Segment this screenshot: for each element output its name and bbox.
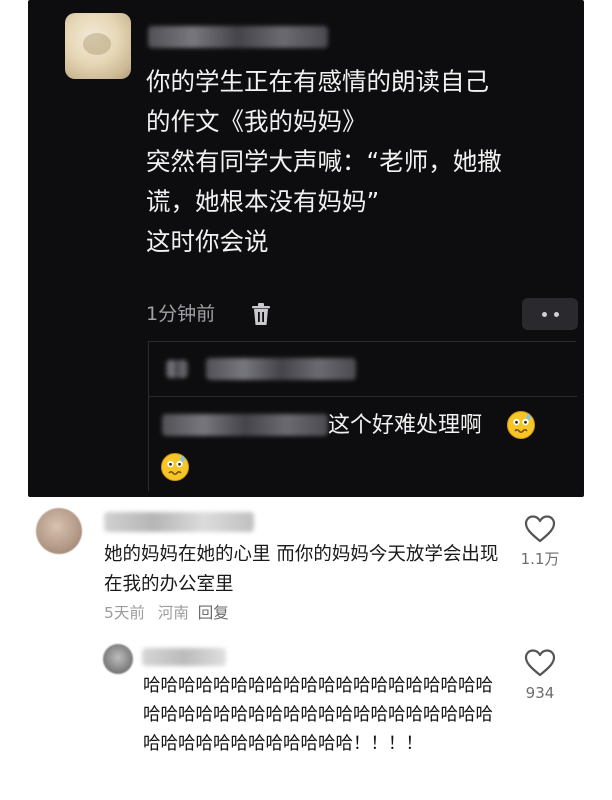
divider [149,396,577,397]
reply-comment-text: 哈哈哈哈哈哈哈哈哈哈哈哈哈哈哈哈哈哈哈哈哈哈哈哈哈哈哈哈哈哈哈哈哈哈哈哈哈哈哈哈… [143,676,493,754]
blurred-commenter-name [104,512,254,532]
commenter-avatar[interactable] [36,508,82,554]
like-count: 1.1万 [520,550,560,568]
more-options-button[interactable] [522,298,578,330]
reply-avatar[interactable] [103,644,133,674]
blurred-reply-username [206,358,356,380]
nervous-emoji-icon [507,411,535,439]
comment-location: 河南 [157,604,189,622]
post-text: 你的学生正在有感情的朗读自己 的作文《我的妈妈》 突然有同学大声喊：“老师，她撒… [146,67,502,256]
like-count: 934 [525,684,555,702]
post-panel: 你的学生正在有感情的朗读自己 的作文《我的妈妈》 突然有同学大声喊：“老师，她撒… [28,0,584,497]
trash-icon[interactable] [250,302,272,326]
avatar[interactable] [65,13,131,79]
heart-icon[interactable] [524,648,556,678]
post-timestamp: 1分钟前 [146,303,216,325]
comment-meta: 5天前 河南 回复 [104,602,229,624]
blurred-icon [166,360,188,378]
blurred-reply-name [142,648,226,666]
nervous-emoji-icon [161,453,189,481]
blurred-username [148,26,328,48]
blurred-quoted-username [162,414,328,436]
reply-link[interactable]: 回复 [198,604,229,622]
dot-icon [553,311,559,317]
dot-icon [541,311,547,317]
comment-time: 5天前 [104,604,145,622]
heart-icon[interactable] [524,514,556,544]
comment-text: 她的妈妈在她的心里 而你的妈妈今天放学会出现在我的办公室里 [104,544,499,595]
reply-text: 这个好难处理啊 [328,413,483,438]
